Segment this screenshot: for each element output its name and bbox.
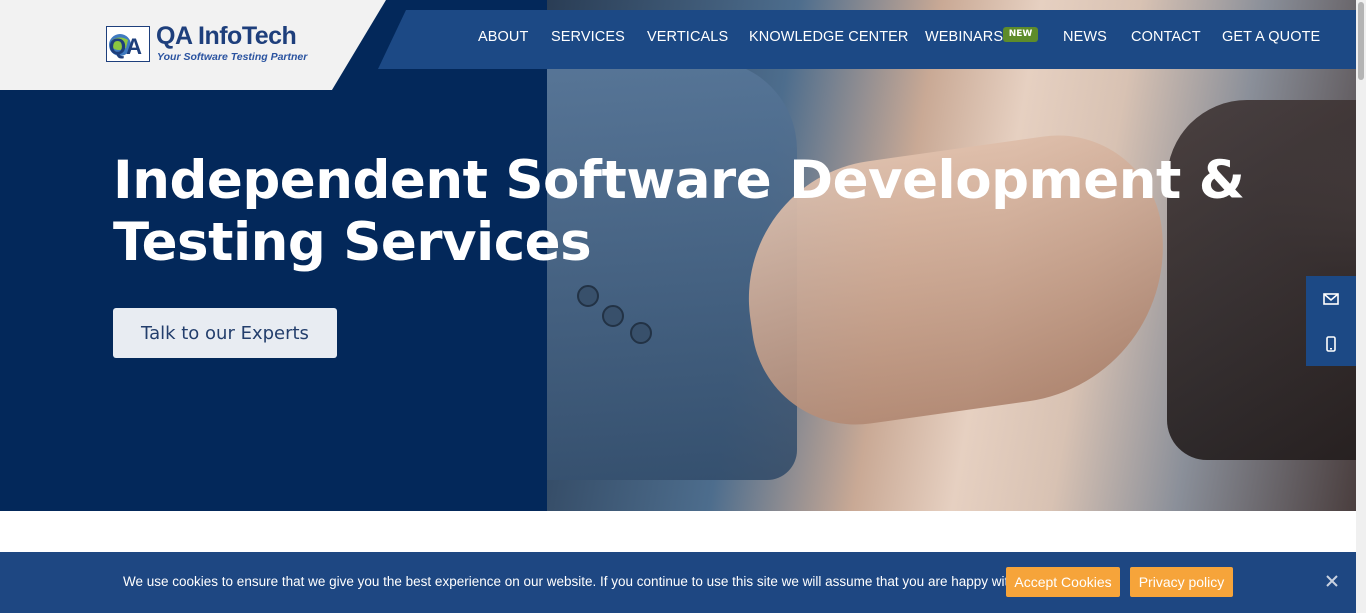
talk-to-experts-button[interactable]: Talk to our Experts	[113, 308, 337, 358]
nav-item-about[interactable]: ABOUT	[478, 29, 528, 45]
envelope-icon	[1323, 292, 1339, 305]
hero-image-cuff-button	[577, 285, 599, 307]
nav-item-services[interactable]: SERVICES	[551, 29, 625, 45]
scrollbar-thumb[interactable]	[1358, 2, 1364, 80]
cookie-message: We use cookies to ensure that we give yo…	[123, 574, 1030, 589]
nav-item-contact[interactable]: CONTACT	[1131, 29, 1201, 45]
side-contact-widgets	[1306, 276, 1356, 366]
hero-image-cuff-button	[602, 305, 624, 327]
brand-name: QA InfoTech	[156, 22, 297, 50]
nav-item-verticals[interactable]: VERTICALS	[647, 29, 728, 45]
hero-title-line-2: Testing Services	[113, 212, 592, 273]
cookie-close-button[interactable]	[1322, 571, 1342, 591]
nav-item-webinars[interactable]: WEBINARS	[925, 29, 1003, 45]
page-scrollbar[interactable]	[1356, 0, 1366, 613]
email-widget-button[interactable]	[1306, 276, 1356, 321]
phone-widget-button[interactable]	[1306, 321, 1356, 366]
hero-image-cuff-button	[630, 322, 652, 344]
close-icon	[1326, 575, 1338, 587]
accept-cookies-button[interactable]: Accept Cookies	[1006, 567, 1120, 597]
nav-item-get-a-quote[interactable]: GET A QUOTE	[1222, 29, 1320, 45]
cookie-consent-bar: We use cookies to ensure that we give yo…	[0, 552, 1356, 613]
nav-item-news[interactable]: NEWS	[1063, 29, 1107, 45]
hero-title: Independent Software Development & Testi…	[113, 150, 1245, 274]
logo-mark-text: QA	[109, 34, 142, 59]
hero-title-line-1: Independent Software Development &	[113, 150, 1245, 211]
mobile-phone-icon	[1326, 335, 1336, 352]
privacy-policy-button[interactable]: Privacy policy	[1130, 567, 1233, 597]
new-badge: NEW	[1003, 27, 1038, 42]
brand-tagline: Your Software Testing Partner	[157, 51, 308, 63]
qa-logo-icon: QA	[106, 26, 150, 62]
nav-item-knowledge-center[interactable]: KNOWLEDGE CENTER	[749, 29, 909, 45]
